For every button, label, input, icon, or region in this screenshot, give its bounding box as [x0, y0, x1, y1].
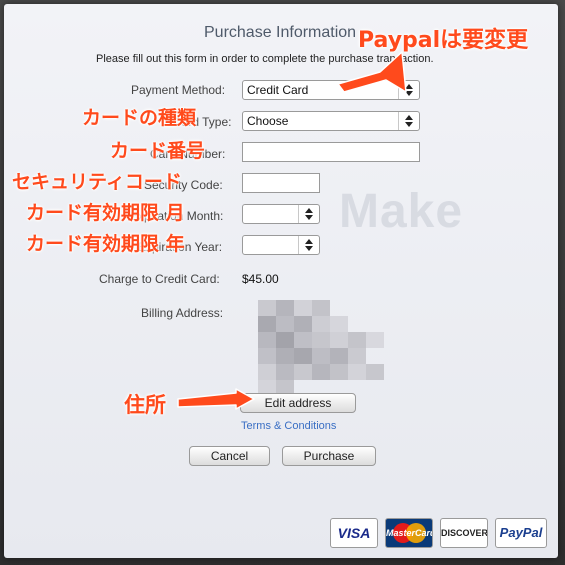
- annotation-arrow-paypal: [337, 51, 407, 93]
- annotation-exp-month: カード有効期限 月: [26, 202, 185, 224]
- annotation-exp-year: カード有効期限 年: [26, 233, 185, 255]
- annotation-card-number: カード番号: [110, 140, 206, 162]
- annotation-security-code: セキュリティコード: [12, 171, 182, 193]
- annotation-paypal: Paypalは要変更: [358, 28, 529, 53]
- annotation-arrow-address: [177, 388, 255, 410]
- annotation-arrows: [177, 51, 407, 410]
- annotation-address: 住所: [124, 393, 166, 417]
- annotation-card-type: カードの種類: [82, 107, 197, 129]
